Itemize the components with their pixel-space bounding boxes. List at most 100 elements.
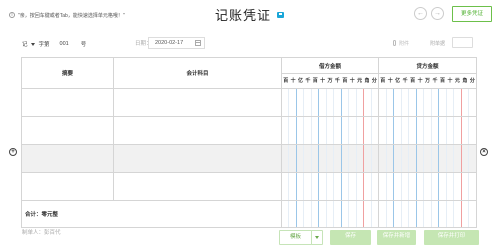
debit-amount-cell[interactable] [281,172,379,201]
summary-cell[interactable] [21,144,114,173]
digit-column [432,201,440,227]
digit-column [304,201,312,227]
delete-row-button[interactable]: × [480,148,488,156]
documents-count-input[interactable] [452,37,473,48]
chevron-down-icon [315,236,319,239]
digit-column [312,173,320,200]
entry-row [21,88,477,117]
subject-cell[interactable] [113,88,282,117]
digit-column [319,201,327,227]
digit-column [327,89,335,116]
unit-label: 千 [402,78,408,84]
next-voucher-button[interactable]: → [431,7,444,20]
digit-column [297,117,305,144]
voucher-word-select[interactable]: 记 [22,40,35,48]
digit-column [394,173,402,200]
digit-column [342,201,350,227]
credit-amount-cell[interactable] [378,116,477,145]
digit-column [297,145,305,172]
unit-label: 分 [469,78,475,84]
credit-amount-cell[interactable] [378,144,477,173]
digit-column [342,117,350,144]
unit-label: 百 [342,78,348,84]
unit-label: 十 [417,78,423,84]
voucher-word-value: 记 [22,42,28,48]
digit-column [297,89,305,116]
previous-voucher-button[interactable]: ← [414,7,427,20]
debit-amount-cell[interactable] [281,88,379,117]
debit-amount-cell[interactable] [281,116,379,145]
digit-column [424,89,432,116]
digit-column [439,145,447,172]
digit-column [409,117,417,144]
save-and-print-button[interactable]: 保存并打印 [424,230,479,245]
add-row-button[interactable]: + [9,148,17,156]
summary-cell[interactable] [21,116,114,145]
digit-column [349,145,357,172]
digit-column [372,89,378,116]
digit-column [334,145,342,172]
date-input[interactable]: 2020-02-17 [148,37,205,49]
debit-units: 百十亿千百十万千百十元角分 [281,73,379,89]
credit-amount-cell[interactable] [378,88,477,117]
digit-column [387,89,395,116]
number-unit: 号 [80,42,87,48]
credit-amount-cell[interactable] [378,172,477,201]
digit-column [319,173,327,200]
unit-label: 元 [454,78,460,84]
digit-column [364,145,372,172]
digit-column [454,89,462,116]
attachment-link[interactable]: 附件 [393,39,409,49]
digit-column [387,201,395,227]
digit-column [424,201,432,227]
subject-cell[interactable] [113,144,282,173]
unit-label: 百 [283,78,289,84]
template-button[interactable]: 模板 [279,230,312,245]
summary-cell[interactable] [21,172,114,201]
subject-cell[interactable] [113,116,282,145]
digit-column [469,145,476,172]
debit-header: 借方金额 [281,57,379,74]
template-dropdown-button[interactable] [311,230,323,245]
entry-row [21,116,477,145]
digit-column [417,201,425,227]
digit-column [342,173,350,200]
summary-cell[interactable] [21,88,114,117]
digit-column [439,201,447,227]
unit-label: 角 [462,78,468,84]
digit-column [327,145,335,172]
digit-column [304,117,312,144]
digit-column [402,173,410,200]
digit-column [432,173,440,200]
digit-column [462,173,470,200]
digit-column [297,201,305,227]
display-icon[interactable] [277,11,284,18]
digit-column [379,117,387,144]
unit-label: 十 [320,78,326,84]
digit-column [289,89,297,116]
digit-column [409,201,417,227]
calendar-icon[interactable] [195,40,201,46]
credit-header: 贷方金额 [378,57,477,74]
digit-column [334,173,342,200]
documents-label: 附单据 [430,41,446,47]
digit-column [357,145,365,172]
unit-label: 千 [305,78,311,84]
date-value: 2020-02-17 [155,40,184,46]
digit-column [387,117,395,144]
save-button[interactable]: 保存 [330,230,371,245]
entry-row [21,172,477,201]
digit-column [289,173,297,200]
digit-column [304,145,312,172]
digit-column [372,173,378,200]
debit-amount-cell[interactable] [281,144,379,173]
digit-column [349,173,357,200]
digit-column [349,89,357,116]
voucher-number-input[interactable]: 001 [60,41,69,47]
digit-column [417,145,425,172]
subject-cell[interactable] [113,172,282,201]
more-vouchers-button[interactable]: 更多凭证 [452,6,492,22]
digit-column [319,145,327,172]
save-and-add-button[interactable]: 保存并新增 [377,230,416,245]
digit-column [394,201,402,227]
